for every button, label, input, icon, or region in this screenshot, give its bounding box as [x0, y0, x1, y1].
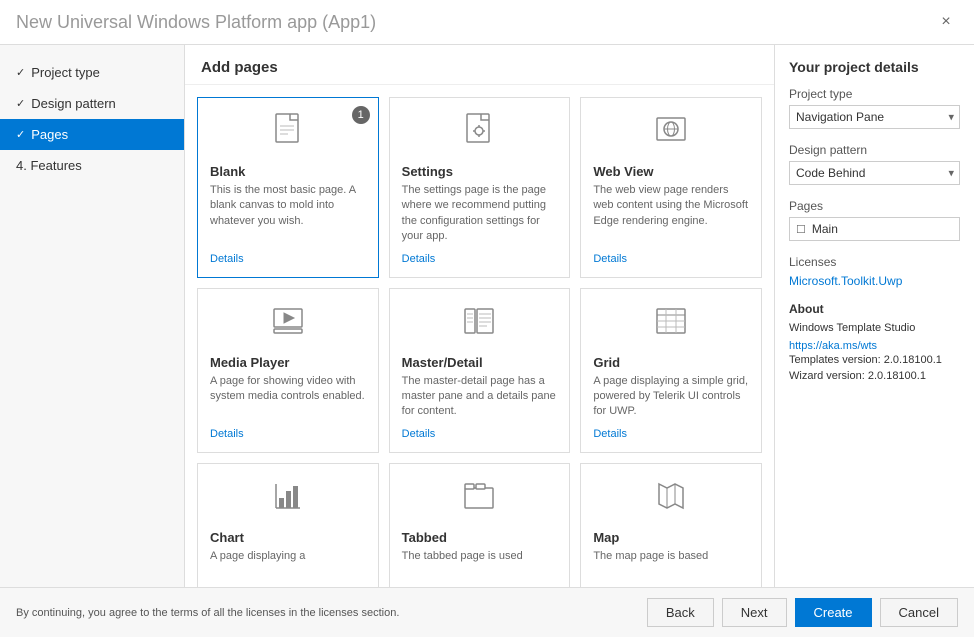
page-card-details-mediaplayer[interactable]: Details: [210, 428, 366, 440]
map-icon: [593, 476, 749, 522]
page-card-map[interactable]: Map The map page is based Details: [580, 463, 762, 587]
page-card-mediaplayer[interactable]: Media Player A page for showing video wi…: [197, 288, 379, 453]
about-heading: About: [789, 302, 960, 316]
about-link[interactable]: https://aka.ms/wts: [789, 340, 877, 352]
next-button[interactable]: Next: [722, 598, 787, 627]
masterdetail-icon: [402, 301, 558, 347]
dialog-title: New Universal Windows Platform app (App1…: [16, 12, 376, 33]
page-card-chart[interactable]: Chart A page displaying a Details: [197, 463, 379, 587]
page-card-details-settings[interactable]: Details: [402, 253, 558, 265]
project-type-section: Project type Navigation Pane: [789, 87, 960, 129]
pages-list-value: Main: [812, 222, 838, 236]
sidebar-item-project-type[interactable]: ✓ Project type: [0, 57, 184, 88]
page-card-grid[interactable]: Grid A page displaying a simple grid, po…: [580, 288, 762, 453]
check-icon: ✓: [16, 66, 25, 79]
about-title: Windows Template Studio: [789, 320, 960, 337]
page-card-desc-masterdetail: The master-detail page has a master pane…: [402, 374, 558, 420]
sidebar-item-features[interactable]: 4. Features: [0, 150, 184, 181]
page-card-desc-webview: The web view page renders web content us…: [593, 183, 749, 245]
tabbed-icon: [402, 476, 558, 522]
page-card-details-grid[interactable]: Details: [593, 428, 749, 440]
page-card-title-tabbed: Tabbed: [402, 530, 558, 545]
design-pattern-select-wrapper[interactable]: Code Behind: [789, 161, 960, 185]
badge-blank: 1: [352, 106, 370, 124]
page-card-details-blank[interactable]: Details: [210, 253, 366, 265]
grid-icon: [593, 301, 749, 347]
page-card-title-map: Map: [593, 530, 749, 545]
bottom-bar-buttons: Back Next Create Cancel: [647, 598, 958, 627]
main-area: ✓ Project type ✓ Design pattern ✓ Pages …: [0, 45, 974, 587]
pages-grid-container[interactable]: Blank This is the most basic page. A bla…: [185, 85, 774, 587]
bottom-bar: By continuing, you agree to the terms of…: [0, 587, 974, 637]
mediaplayer-icon: [210, 301, 366, 347]
design-pattern-select[interactable]: Code Behind: [789, 161, 960, 185]
page-card-settings[interactable]: Settings The settings page is the page w…: [389, 97, 571, 278]
pages-label: Pages: [789, 199, 960, 213]
licenses-link[interactable]: Microsoft.Toolkit.Uwp: [789, 274, 902, 288]
sidebar-item-design-pattern[interactable]: ✓ Design pattern: [0, 88, 184, 119]
project-type-label: Project type: [789, 87, 960, 101]
page-card-desc-blank: This is the most basic page. A blank can…: [210, 183, 366, 245]
page-card-webview[interactable]: Web View The web view page renders web c…: [580, 97, 762, 278]
page-card-title-webview: Web View: [593, 164, 749, 179]
content-area: Add pages Blank This is th: [185, 45, 774, 587]
page-card-title-mediaplayer: Media Player: [210, 355, 366, 370]
page-card-desc-chart: A page displaying a: [210, 549, 366, 587]
right-panel: Your project details Project type Naviga…: [774, 45, 974, 587]
page-card-blank[interactable]: Blank This is the most basic page. A bla…: [197, 97, 379, 278]
sidebar: ✓ Project type ✓ Design pattern ✓ Pages …: [0, 45, 185, 587]
blank-icon: [210, 110, 366, 156]
design-pattern-label: Design pattern: [789, 143, 960, 157]
webview-icon: [593, 110, 749, 156]
design-pattern-section: Design pattern Code Behind: [789, 143, 960, 185]
templates-version: Templates version: 2.0.18100.1: [789, 352, 960, 369]
page-card-details-masterdetail[interactable]: Details: [402, 428, 558, 440]
page-card-title-grid: Grid: [593, 355, 749, 370]
cancel-button[interactable]: Cancel: [880, 598, 958, 627]
about-section: About Windows Template Studio https://ak…: [789, 302, 960, 385]
page-card-desc-grid: A page displaying a simple grid, powered…: [593, 374, 749, 420]
page-card-title-masterdetail: Master/Detail: [402, 355, 558, 370]
project-type-select[interactable]: Navigation Pane: [789, 105, 960, 129]
create-button[interactable]: Create: [795, 598, 872, 627]
back-button[interactable]: Back: [647, 598, 714, 627]
bottom-bar-text: By continuing, you agree to the terms of…: [16, 607, 399, 619]
page-card-desc-settings: The settings page is the page where we r…: [402, 183, 558, 245]
right-panel-heading: Your project details: [789, 59, 960, 75]
page-card-desc-tabbed: The tabbed page is used: [402, 549, 558, 587]
pages-section: Pages ☐ Main: [789, 199, 960, 241]
page-card-desc-mediaplayer: A page for showing video with system med…: [210, 374, 366, 420]
page-card-tabbed[interactable]: Tabbed The tabbed page is used Details: [389, 463, 571, 587]
chart-icon: [210, 476, 366, 522]
page-card-title-settings: Settings: [402, 164, 558, 179]
page-card-desc-map: The map page is based: [593, 549, 749, 587]
wizard-version: Wizard version: 2.0.18100.1: [789, 368, 960, 385]
content-header: Add pages: [185, 45, 774, 85]
licenses-label: Licenses: [789, 255, 960, 269]
check-icon: ✓: [16, 128, 25, 141]
pages-grid: Blank This is the most basic page. A bla…: [197, 97, 762, 587]
sidebar-item-pages[interactable]: ✓ Pages: [0, 119, 184, 150]
licenses-section: Licenses Microsoft.Toolkit.Uwp: [789, 255, 960, 288]
page-icon: ☐: [796, 223, 806, 236]
pages-list: ☐ Main: [789, 217, 960, 241]
settings-icon: [402, 110, 558, 156]
close-button[interactable]: ×: [934, 10, 958, 34]
page-card-masterdetail[interactable]: Master/Detail The master-detail page has…: [389, 288, 571, 453]
page-card-details-webview[interactable]: Details: [593, 253, 749, 265]
page-card-title-blank: Blank: [210, 164, 366, 179]
check-icon: ✓: [16, 97, 25, 110]
project-type-select-wrapper[interactable]: Navigation Pane: [789, 105, 960, 129]
page-card-title-chart: Chart: [210, 530, 366, 545]
title-bar: New Universal Windows Platform app (App1…: [0, 0, 974, 45]
